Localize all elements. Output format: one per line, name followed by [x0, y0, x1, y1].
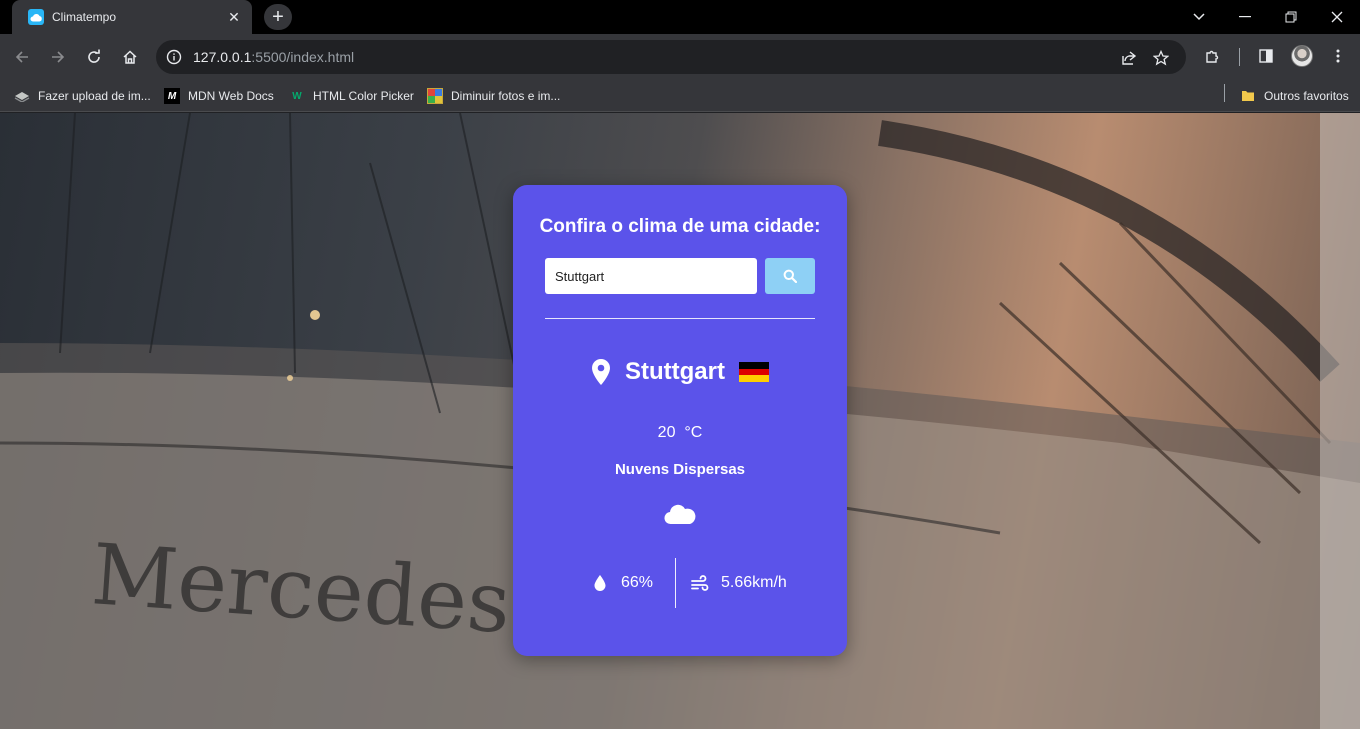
- extensions-icon[interactable]: [1200, 44, 1224, 68]
- search-icon: [783, 269, 797, 283]
- side-panel-icon[interactable]: [1254, 44, 1278, 68]
- site-info-icon[interactable]: [166, 49, 182, 65]
- bookmark-item[interactable]: Diminuir fotos e im...: [427, 86, 560, 106]
- reload-icon[interactable]: [78, 41, 110, 73]
- easy-icon: [427, 88, 443, 104]
- location-pin-icon: [592, 359, 610, 385]
- close-window-icon[interactable]: [1314, 0, 1360, 34]
- new-tab-button[interactable]: +: [264, 4, 292, 30]
- menu-kebab-icon[interactable]: [1326, 44, 1350, 68]
- bookmarks-separator: [1224, 84, 1225, 102]
- temperature-value: 20: [657, 424, 676, 441]
- active-tab[interactable]: Climatempo ✕: [12, 0, 252, 34]
- tab-search-icon[interactable]: [1176, 0, 1222, 34]
- folder-icon: [1240, 88, 1256, 104]
- title-bar: Climatempo ✕ +: [0, 0, 1360, 34]
- forward-icon[interactable]: [42, 41, 74, 73]
- bookmark-item[interactable]: M MDN Web Docs: [164, 86, 274, 106]
- weather-details: 66% 5.66km/h: [513, 558, 847, 608]
- city-row: Stuttgart: [513, 355, 847, 389]
- city-search-input[interactable]: [545, 258, 757, 294]
- search-button[interactable]: [765, 258, 815, 294]
- details-divider: [675, 558, 676, 608]
- url-text: 127.0.0.1:5500/index.html: [193, 49, 355, 65]
- card-divider: [545, 318, 815, 319]
- weather-app-icon: [28, 9, 44, 25]
- bookmark-label: MDN Web Docs: [188, 89, 274, 103]
- share-icon[interactable]: [1120, 49, 1138, 67]
- w3schools-icon: W: [292, 90, 302, 102]
- profile-avatar[interactable]: [1291, 45, 1313, 67]
- city-name: Stuttgart: [625, 358, 725, 385]
- bookmark-star-icon[interactable]: [1152, 49, 1170, 67]
- germany-flag-icon: [738, 362, 769, 383]
- close-tab-icon[interactable]: ✕: [226, 9, 242, 25]
- cloud-stack-icon: [14, 88, 30, 104]
- humidity-value: 66%: [621, 574, 654, 591]
- back-icon[interactable]: [6, 41, 38, 73]
- humidity: 66%: [591, 574, 653, 592]
- address-bar[interactable]: 127.0.0.1:5500/index.html: [156, 40, 1186, 74]
- browser-toolbar: 127.0.0.1:5500/index.html: [0, 34, 1360, 80]
- temperature: 20 °C: [513, 424, 847, 442]
- bookmark-item[interactable]: W HTML Color Picker: [289, 86, 414, 106]
- restore-icon[interactable]: [1268, 0, 1314, 34]
- weather-description: Nuvens Dispersas: [614, 461, 746, 478]
- bookmarks-bar: Fazer upload de im... M MDN Web Docs W H…: [0, 80, 1360, 112]
- bookmark-label: Diminuir fotos e im...: [451, 89, 561, 103]
- page-viewport: Mercedes-Be Confira o clima de uma cidad…: [0, 113, 1360, 729]
- wind: 5.66km/h: [691, 574, 787, 592]
- bookmark-label: HTML Color Picker: [313, 89, 414, 103]
- card-heading: Confira o clima de uma cidade:: [539, 216, 821, 237]
- weather-card: Confira o clima de uma cidade: Stuttgart…: [513, 185, 847, 656]
- minimize-icon[interactable]: [1222, 0, 1268, 34]
- wind-value: 5.66km/h: [721, 574, 787, 591]
- home-icon[interactable]: [114, 41, 146, 73]
- mdn-icon: M: [164, 88, 180, 104]
- other-bookmarks-label: Outros favoritos: [1264, 89, 1349, 103]
- bookmark-item[interactable]: Fazer upload de im...: [14, 86, 151, 106]
- other-bookmarks-folder[interactable]: Outros favoritos: [1240, 86, 1349, 106]
- toolbar-separator: [1239, 48, 1240, 66]
- tab-title: Climatempo: [52, 10, 117, 24]
- cloud-icon: [664, 504, 696, 525]
- water-drop-icon: [594, 575, 606, 591]
- temperature-unit: °C: [684, 424, 703, 441]
- bookmark-label: Fazer upload de im...: [38, 89, 151, 103]
- wind-icon: [691, 575, 709, 591]
